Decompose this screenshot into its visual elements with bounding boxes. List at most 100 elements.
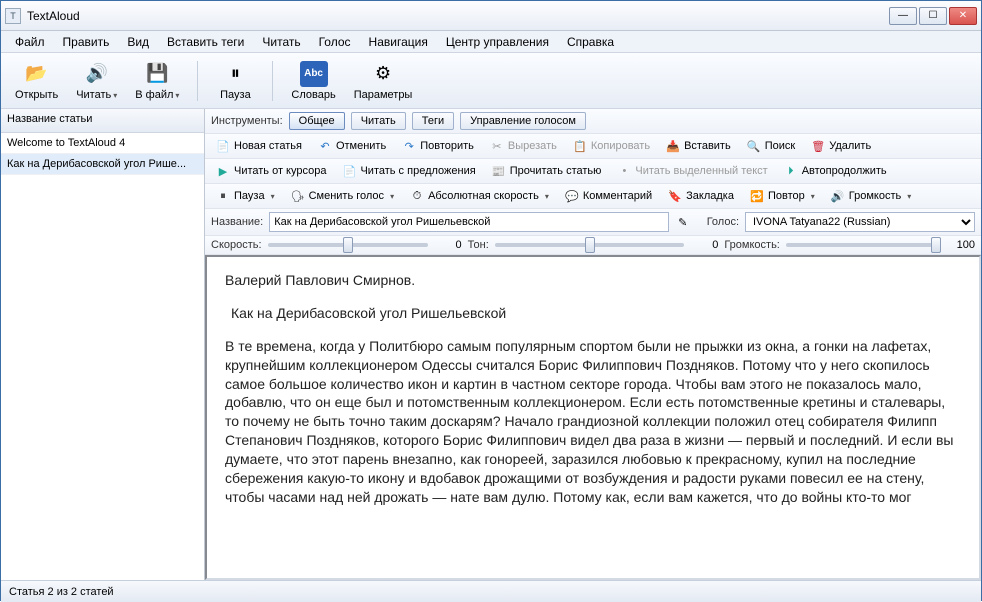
menu-edit[interactable]: Править [55,33,118,51]
chevron-down-icon: ▾ [907,192,911,201]
app-icon: T [5,8,21,24]
undo-button[interactable]: ↶Отменить [313,137,391,155]
sidebar-header: Название статьи [1,109,204,133]
volume-value: 100 [947,239,975,251]
voice-select[interactable]: IVONA Tatyana22 (Russian) [745,212,975,232]
read-icon: 🔊 [84,61,110,87]
dictionary-icon: Abc [300,61,328,87]
redo-button[interactable]: ↷Повторить [397,137,479,155]
menu-help[interactable]: Справка [559,33,622,51]
page-icon: 📄 [216,139,230,153]
article-name-input[interactable] [269,212,668,232]
menu-voice[interactable]: Голос [311,33,359,51]
read-selection-button: •Читать выделенный текст [612,162,772,180]
close-button[interactable]: ✕ [949,7,977,25]
autocontinue-icon: ⏵ [784,164,798,178]
sidebar-item[interactable]: Welcome to TextAloud 4 [1,133,204,154]
comment-button[interactable]: 💬Комментарий [560,187,657,205]
abs-speed-button[interactable]: ⏱Абсолютная скорость▾ [405,187,554,205]
change-voice-button[interactable]: 🗣Сменить голос▾ [286,187,400,205]
tone-label: Тон: [468,239,489,251]
pause-button[interactable]: ⏸Пауза [210,59,260,103]
window-buttons: — ☐ ✕ [889,7,977,25]
menu-navigation[interactable]: Навигация [361,33,436,51]
name-label: Название: [211,216,263,228]
pause-dd-button[interactable]: ⏸Пауза▾ [211,187,280,205]
maximize-button[interactable]: ☐ [919,7,947,25]
paste-button[interactable]: 📥Вставить [661,137,736,155]
chevron-down-icon: ▾ [545,192,549,201]
chevron-down-icon: ▾ [175,91,179,100]
speed-value: 0 [434,239,462,251]
title-bar: T TextAloud — ☐ ✕ [1,1,981,31]
trash-icon: 🗑 [811,139,825,153]
delete-button[interactable]: 🗑Удалить [806,137,876,155]
to-file-button[interactable]: 💾В файл▾ [129,59,185,103]
pen-icon[interactable]: ✎ [675,214,691,230]
status-text: Статья 2 из 2 статей [9,586,114,598]
read-from-sentence-button[interactable]: 📄Читать с предложения [337,162,480,180]
dictionary-button[interactable]: AbcСловарь [285,59,341,103]
toolbar-row-3: ⏸Пауза▾ 🗣Сменить голос▾ ⏱Абсолютная скор… [205,184,981,209]
main-toolbar: 📂Открыть 🔊Читать▾ 💾В файл▾ ⏸Пауза AbcСло… [1,53,981,109]
article-icon: 📰 [492,164,506,178]
menu-view[interactable]: Вид [119,33,157,51]
chevron-down-icon: ▾ [113,91,117,100]
bookmark-button[interactable]: 🔖Закладка [663,187,739,205]
tab-voice-control[interactable]: Управление голосом [460,112,586,130]
minimize-button[interactable]: — [889,7,917,25]
voice-icon: 🗣 [291,189,305,203]
speed-label: Скорость: [211,239,262,251]
page-icon: 📄 [342,164,356,178]
speed-icon: ⏱ [410,189,424,203]
text-paragraph: В те времена, когда у Политбюро самым по… [225,337,961,507]
settings-button[interactable]: ⚙Параметры [348,59,419,103]
volume-label: Громкость: [724,239,780,251]
volume-icon: 🔊 [831,189,845,203]
cut-button: ✂Вырезать [485,137,562,155]
tone-slider[interactable] [495,243,685,247]
new-article-button[interactable]: 📄Новая статья [211,137,307,155]
comment-icon: 💬 [565,189,579,203]
copy-button: 📋Копировать [568,137,655,155]
read-button[interactable]: 🔊Читать▾ [70,59,123,103]
tab-tags[interactable]: Теги [412,112,454,130]
separator [272,61,273,101]
open-button[interactable]: 📂Открыть [9,59,64,103]
copy-icon: 📋 [573,139,587,153]
instruments-label: Инструменты: [211,115,283,127]
read-from-cursor-button[interactable]: ▶Читать от курсора [211,162,331,180]
tabs-row: Инструменты: Общее Читать Теги Управлени… [205,109,981,134]
chevron-down-icon: ▾ [390,192,394,201]
redo-icon: ↷ [402,139,416,153]
text-paragraph: Как на Дерибасовской угол Ришельевской [231,304,961,323]
auto-continue-button[interactable]: ⏵Автопродолжить [779,162,892,180]
article-text[interactable]: Валерий Павлович Смирнов. Как на Дерибас… [205,255,981,580]
menu-insert-tags[interactable]: Вставить теги [159,33,252,51]
repeat-button[interactable]: 🔁Повтор▾ [745,187,820,205]
speed-slider[interactable] [268,243,428,247]
gear-icon: ⚙ [370,61,396,87]
volume-slider[interactable] [786,243,941,247]
paste-icon: 📥 [666,139,680,153]
pause-icon: ⏸ [222,61,248,87]
menu-control-center[interactable]: Центр управления [438,33,557,51]
scissors-icon: ✂ [490,139,504,153]
repeat-icon: 🔁 [750,189,764,203]
read-article-button[interactable]: 📰Прочитать статью [487,162,607,180]
chevron-down-icon: ▾ [811,192,815,201]
search-button[interactable]: 🔍Поиск [742,137,800,155]
status-bar: Статья 2 из 2 статей [1,580,981,602]
tab-general[interactable]: Общее [289,112,345,130]
sidebar-item[interactable]: Как на Дерибасовской угол Рише... [1,154,204,175]
open-icon: 📂 [24,61,50,87]
pause-icon: ⏸ [216,189,230,203]
menu-file[interactable]: Файл [7,33,53,51]
volume-button[interactable]: 🔊Громкость▾ [826,187,916,205]
menu-read[interactable]: Читать [254,33,308,51]
tone-value: 0 [690,239,718,251]
play-icon: ▶ [216,164,230,178]
tab-read[interactable]: Читать [351,112,406,130]
toolbar-row-2: ▶Читать от курсора 📄Читать с предложения… [205,159,981,184]
search-icon: 🔍 [747,139,761,153]
